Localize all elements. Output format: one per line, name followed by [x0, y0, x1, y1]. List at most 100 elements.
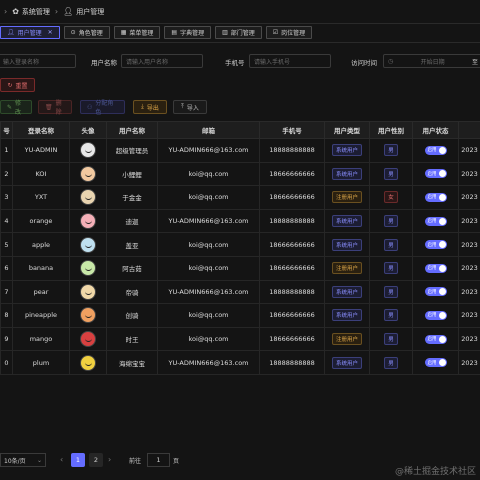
- avatar[interactable]: [80, 189, 96, 206]
- table-row[interactable]: 6 banana 阿古茹 koi@qq.com 18666666666 注册用户 男 启用 20…: [0, 255, 480, 281]
- row-number: 4: [0, 208, 13, 234]
- table-row[interactable]: 9 mango 时王 koi@qq.com 18666666666 注册用户 男 启用 2023: [0, 326, 480, 352]
- status-toggle[interactable]: 启用: [424, 169, 447, 179]
- email-cell: YU-ADMIN666@163.com: [157, 138, 260, 163]
- page-size-select[interactable]: 10条/页 ⌄: [0, 453, 46, 467]
- user-name-cell: 迪迦: [106, 208, 158, 234]
- gender-tag: 男: [384, 262, 398, 275]
- tab-dict-management[interactable]: ▤ 字典管理: [164, 26, 212, 39]
- status-toggle[interactable]: 启用: [424, 358, 447, 368]
- breadcrumb-user[interactable]: 👤︎ 用户管理: [63, 7, 104, 17]
- status-toggle[interactable]: 启用: [424, 287, 447, 297]
- user-type-cell: 系统用户: [324, 161, 370, 187]
- status-toggle-label: 启用: [427, 360, 437, 366]
- user-type-tag: 系统用户: [331, 215, 362, 228]
- gender-cell: 男: [369, 279, 413, 305]
- prev-page-icon[interactable]: ‹: [60, 455, 63, 464]
- table-row[interactable]: 7 pear 帝骑 YU-ADMIN666@163.com 18888888888 系统用…: [0, 279, 480, 305]
- status-toggle[interactable]: 启用: [424, 263, 447, 273]
- table-row[interactable]: 8 pineapple 创骑 koi@qq.com 18666666666 系统用户 男 启用…: [0, 303, 480, 328]
- tab-bar: 👤︎ 用户管理 ✕ ⊙ 角色管理 ▦ 菜单管理 ▤ 字典管理 ▥ 部门管理 ☑ …: [0, 26, 480, 42]
- tab-menu-management[interactable]: ▦ 菜单管理: [113, 26, 161, 39]
- avatar-cell: [69, 138, 107, 163]
- user-name-input[interactable]: 请输入用户名称: [121, 54, 203, 68]
- email-cell: koi@qq.com: [157, 185, 260, 210]
- next-page-icon[interactable]: ›: [108, 455, 111, 464]
- row-number: 0: [0, 350, 13, 375]
- edit-button[interactable]: ✎ 修改: [0, 100, 32, 116]
- avatar[interactable]: [80, 260, 96, 277]
- login-name-cell: orange: [12, 208, 70, 234]
- table-row[interactable]: 3 YXT 于金金 koi@qq.com 18666666666 注册用户 女 启用 2023: [0, 185, 480, 210]
- table-row[interactable]: 2 KOI 小鲤鲤 koi@qq.com 18666666666 系统用户 男 启用 2023: [0, 161, 480, 187]
- avatar[interactable]: [80, 165, 96, 182]
- avatar-cell: [69, 279, 107, 305]
- phone-cell: 18666666666: [259, 161, 325, 187]
- status-cell: 启用: [412, 303, 459, 328]
- avatar[interactable]: [80, 236, 96, 253]
- table-row[interactable]: 4 orange 迪迦 YU-ADMIN666@163.com 18888888888 系…: [0, 208, 480, 234]
- status-toggle[interactable]: 启用: [424, 216, 447, 226]
- status-cell: 启用: [412, 208, 459, 234]
- page-1-button[interactable]: 1: [71, 453, 85, 467]
- login-name-cell: mango: [12, 326, 70, 352]
- avatar[interactable]: [80, 213, 96, 230]
- email-cell: YU-ADMIN666@163.com: [157, 279, 260, 305]
- create-time-cell: 2023: [458, 326, 480, 352]
- email-cell: YU-ADMIN666@163.com: [157, 350, 260, 375]
- create-time-cell: 2023: [458, 185, 480, 210]
- reset-button[interactable]: ↻ 重置: [0, 78, 35, 92]
- date-range-picker[interactable]: ◷ 开始日期 至: [383, 54, 480, 68]
- login-name-input[interactable]: 输入登录名称: [0, 54, 76, 68]
- status-toggle[interactable]: 启用: [424, 240, 447, 250]
- email-cell: koi@qq.com: [157, 232, 260, 257]
- assign-label: 分配角色: [95, 100, 114, 116]
- phone-label: 手机号: [225, 59, 245, 67]
- menu-icon: ▦: [120, 29, 127, 36]
- phone-cell: 18888888888: [259, 279, 325, 305]
- status-cell: 启用: [412, 185, 459, 210]
- email-cell: koi@qq.com: [157, 161, 260, 187]
- table-row[interactable]: 1 YU-ADMIN 超级管理员 YU-ADMIN666@163.com 1888888…: [0, 138, 480, 163]
- page-jump-input[interactable]: 1: [147, 453, 170, 467]
- phone-input[interactable]: 请输入手机号: [249, 54, 331, 68]
- range-separator: 至: [471, 58, 478, 66]
- avatar[interactable]: [80, 307, 96, 324]
- assign-role-button[interactable]: ⚇ 分配角色: [80, 100, 125, 116]
- status-cell: 启用: [412, 232, 459, 257]
- tab-role-management[interactable]: ⊙ 角色管理: [63, 26, 110, 39]
- edit-icon: ✎: [7, 103, 13, 111]
- login-name-cell: YU-ADMIN: [12, 138, 70, 163]
- tab-dept-management[interactable]: ▥ 部门管理: [215, 26, 262, 39]
- table-body: 1 YU-ADMIN 超级管理员 YU-ADMIN666@163.com 1888888…: [0, 138, 480, 375]
- delete-button[interactable]: 🗑︎ 删除: [38, 100, 72, 116]
- status-toggle[interactable]: 启用: [424, 310, 447, 320]
- avatar[interactable]: [80, 283, 96, 300]
- status-toggle[interactable]: 启用: [424, 145, 447, 155]
- tab-post-management[interactable]: ☑ 岗位管理: [265, 26, 313, 39]
- status-toggle[interactable]: 启用: [424, 334, 447, 344]
- avatar[interactable]: [80, 142, 96, 159]
- avatar[interactable]: [80, 354, 96, 371]
- avatar-cell: [69, 255, 107, 281]
- status-toggle[interactable]: 启用: [424, 192, 447, 202]
- row-number: 6: [0, 255, 13, 281]
- create-time-cell: 2023: [458, 279, 480, 305]
- breadcrumb-system[interactable]: ✿ 系统管理: [12, 7, 50, 17]
- jump-label: 前往: [129, 458, 142, 465]
- gender-tag: 男: [384, 215, 398, 228]
- upload-icon: ⤒: [181, 103, 184, 110]
- tab-user-management[interactable]: 👤︎ 用户管理 ✕: [0, 26, 60, 39]
- page-2-button[interactable]: 2: [89, 453, 103, 467]
- table-row[interactable]: 0 plum 海绵宝宝 YU-ADMIN666@163.com 18888888888 系…: [0, 350, 480, 375]
- login-name-cell: pineapple: [12, 303, 70, 328]
- page-unit-label: 页: [173, 458, 180, 465]
- export-button[interactable]: ⤓ 导出: [133, 100, 167, 114]
- import-button[interactable]: ⤒ 导入: [173, 100, 207, 114]
- avatar-cell: [69, 326, 107, 352]
- avatar[interactable]: [80, 331, 96, 348]
- close-icon[interactable]: ✕: [48, 29, 53, 36]
- breadcrumb-system-label: 系统管理: [21, 7, 50, 16]
- gender-cell: 男: [369, 161, 413, 187]
- table-row[interactable]: 5 apple 盖亚 koi@qq.com 18666666666 系统用户 男 启用 2023: [0, 232, 480, 257]
